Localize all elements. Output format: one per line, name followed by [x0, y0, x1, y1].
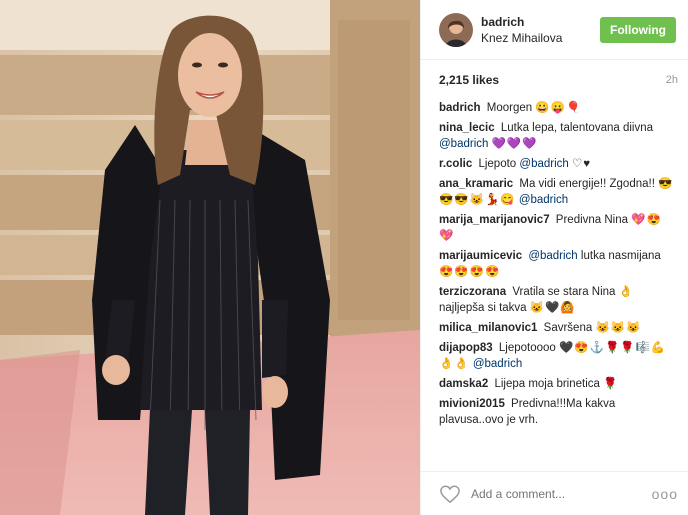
comment: r.colic Ljepoto @badrich ♡♥: [439, 156, 676, 172]
comments-list: badrich Moorgen 😀😛🎈 nina_lecic Lutka lep…: [421, 100, 688, 471]
comment-text: lutka nasmijana: [580, 250, 661, 262]
comment-emoji: 🌹: [603, 378, 619, 390]
comment-text: Lijepa moja brinetica: [494, 378, 600, 390]
comment-emoji: 😺😺😺: [595, 322, 642, 334]
post-sidebar: badrich Knez Mihailova Following 2,215 l…: [420, 0, 688, 515]
comment-text: Lutka lepa, talentovana diivna: [500, 122, 653, 134]
comment: badrich Moorgen 😀😛🎈: [439, 100, 676, 116]
likes-count[interactable]: 2,215 likes: [439, 73, 499, 87]
comment-username[interactable]: milica_milanovic1: [439, 322, 537, 334]
add-comment-input[interactable]: [471, 486, 652, 501]
comment: ana_kramaric Ma vidi energije!! Zgodna!!…: [439, 176, 676, 208]
post-time[interactable]: 2h: [666, 74, 678, 86]
comment-emoji: 💜💜💜: [491, 138, 538, 150]
more-options-icon[interactable]: ooo: [652, 486, 678, 502]
post-view: badrich Knez Mihailova Following 2,215 l…: [0, 0, 688, 515]
comment-emoji: 😺🖤🙆: [529, 302, 576, 314]
comment-mention[interactable]: @badrich: [519, 194, 568, 206]
comment-text-continued: najljepša si takva: [439, 302, 527, 314]
comment-username[interactable]: dijapop83: [439, 342, 493, 354]
comment: milica_milanovic1 Savršena 😺😺😺: [439, 320, 676, 336]
comment-text: Predivna Nina: [555, 214, 629, 226]
comment: terziczorana Vratila se stara Nina 👌 naj…: [439, 284, 676, 316]
comment: marija_marijanovic7 Predivna Nina 💖😍💖: [439, 212, 676, 244]
comment-mention[interactable]: @badrich: [473, 358, 522, 370]
following-button[interactable]: Following: [600, 16, 676, 43]
post-photo[interactable]: [0, 0, 420, 515]
comment-username[interactable]: ana_kramaric: [439, 178, 513, 190]
comment-username[interactable]: damska2: [439, 378, 488, 390]
comment-username[interactable]: badrich: [439, 102, 481, 114]
add-comment-bar: ooo: [421, 471, 688, 515]
comment-text: Moorgen: [486, 102, 533, 114]
comment-text: Ma vidi energije!! Zgodna!!: [519, 178, 655, 190]
comment: damska2 Lijepa moja brinetica 🌹: [439, 376, 676, 392]
comment-text: Ljepoto: [478, 158, 517, 170]
post-image: [0, 0, 420, 515]
comment: nina_lecic Lutka lepa, talentovana diivn…: [439, 120, 676, 152]
post-stats: 2,215 likes 2h: [421, 60, 688, 100]
comment-emoji: 😍😍😍😍: [439, 266, 501, 278]
comment-emoji: ♡♥: [572, 158, 592, 170]
comment-mention[interactable]: @badrich: [439, 138, 488, 150]
post-author: badrich Knez Mihailova: [481, 14, 600, 46]
heart-icon[interactable]: [439, 484, 461, 504]
post-header: badrich Knez Mihailova Following: [421, 0, 688, 60]
avatar[interactable]: [439, 12, 473, 47]
comment-emoji: 😀😛🎈: [535, 102, 582, 114]
comment-username[interactable]: marija_marijanovic7: [439, 214, 550, 226]
comment: mivioni2015 Predivna!!!Ma kakva plavusa.…: [439, 396, 676, 428]
comment-text: Savršena: [543, 322, 593, 334]
comment-username[interactable]: marijaumicevic: [439, 250, 522, 262]
comment-username[interactable]: r.colic: [439, 158, 472, 170]
comment-text: Vratila se stara Nina: [512, 286, 616, 298]
comment-mention[interactable]: @badrich: [519, 158, 568, 170]
comment-username[interactable]: terziczorana: [439, 286, 506, 298]
comment-text: Ljepotoooo: [498, 342, 556, 354]
comment: marijaumicevic @badrich lutka nasmijana …: [439, 248, 676, 280]
comment-username[interactable]: mivioni2015: [439, 398, 505, 410]
post-location[interactable]: Knez Mihailova: [481, 30, 600, 46]
comment-emoji: 👌: [618, 286, 634, 298]
comment-username[interactable]: nina_lecic: [439, 122, 495, 134]
author-username[interactable]: badrich: [481, 14, 600, 30]
comment: dijapop83 Ljepotoooo 🖤😍⚓🌹🌹🎼💪👌👌 @badrich: [439, 340, 676, 372]
comment-mention[interactable]: @badrich: [528, 250, 577, 262]
